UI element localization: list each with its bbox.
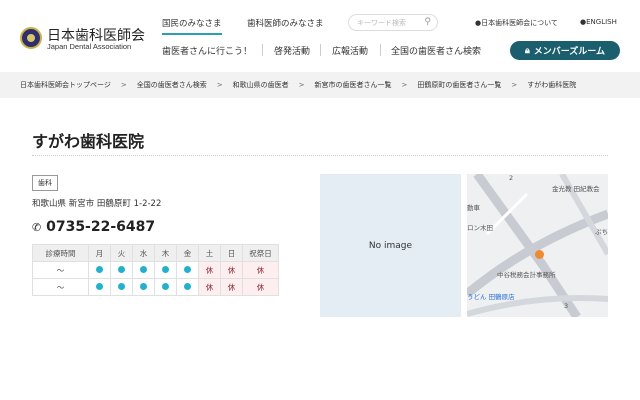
phone-icon: ✆ — [32, 221, 42, 234]
lock-icon: 🔒︎ — [524, 45, 530, 56]
header-day: 土 — [198, 244, 221, 262]
hours-table: 診療時間 月 火 水 木 金 土 日 祝祭日 〜 休 休 休 〜 休 休 休 — [32, 244, 279, 296]
map-label[interactable]: うどん 田鶴原店 — [467, 291, 515, 301]
open-dot-icon — [184, 265, 191, 273]
english-label: ENGLISH — [586, 18, 617, 26]
about-link[interactable]: ●日本歯科医師会について — [475, 18, 558, 28]
header-day: 水 — [132, 244, 155, 262]
breadcrumb-item[interactable]: 日本歯科医師会トップページ — [20, 80, 111, 90]
clinic-image-placeholder: No image — [320, 174, 461, 317]
nav-awareness[interactable]: 啓発活動 — [274, 44, 310, 57]
map-label[interactable]: ぷち — [595, 226, 608, 236]
map-label: 2 — [509, 174, 514, 182]
header-day: 木 — [154, 244, 177, 262]
header-day: 月 — [88, 244, 111, 262]
breadcrumb-item[interactable]: 全国の歯医者さん検索 — [137, 80, 207, 90]
hours-row: 〜 休 休 休 — [32, 261, 279, 279]
about-label: 日本歯科医師会について — [481, 19, 558, 27]
header-day: 金 — [176, 244, 199, 262]
closed-cell: 休 — [242, 261, 279, 279]
header-day: 日 — [220, 244, 243, 262]
breadcrumb-item[interactable]: 和歌山県の歯医者 — [233, 80, 289, 90]
search-icon[interactable]: ⚲ — [424, 17, 431, 27]
open-cell — [88, 261, 111, 279]
time-cell: 〜 — [32, 278, 89, 296]
open-cell — [110, 278, 133, 296]
closed-cell: 休 — [242, 278, 279, 296]
breadcrumb-current: すがわ歯科医院 — [527, 81, 577, 89]
chevron-right-icon: > — [120, 81, 127, 89]
map-label[interactable]: ロン木田 — [467, 222, 493, 232]
closed-cell: 休 — [198, 261, 221, 279]
nav-dentist-search[interactable]: 全国の歯医者さん検索 — [391, 44, 481, 57]
logo-subtext: Japan Dental Association — [47, 42, 132, 51]
chevron-right-icon: > — [298, 81, 305, 89]
open-dot-icon — [140, 282, 147, 290]
open-dot-icon — [184, 282, 191, 290]
breadcrumb-item[interactable]: 新宮市の歯医者さん一覧 — [315, 80, 392, 90]
open-cell — [132, 261, 155, 279]
open-cell — [176, 278, 199, 296]
members-room-button[interactable]: 🔒︎ メンバーズルーム — [510, 41, 620, 60]
search-input[interactable]: キーワード検索 ⚲ — [348, 14, 438, 31]
open-cell — [154, 261, 177, 279]
nav-visit-dentist[interactable]: 歯医者さんに行こう！ — [162, 44, 252, 57]
chevron-right-icon: > — [401, 81, 408, 89]
hours-header-row: 診療時間 月 火 水 木 金 土 日 祝祭日 — [32, 244, 279, 262]
open-dot-icon — [140, 265, 147, 273]
open-dot-icon — [118, 265, 125, 273]
map-label[interactable]: 動車 — [467, 202, 480, 212]
header-day: 火 — [110, 244, 133, 262]
closed-cell: 休 — [198, 278, 221, 296]
chevron-right-icon: > — [216, 81, 223, 89]
closed-cell: 休 — [220, 278, 243, 296]
tab-citizens[interactable]: 国民のみなさま — [162, 17, 222, 35]
hours-row: 〜 休 休 休 — [32, 278, 279, 296]
clinic-phone[interactable]: ✆ 0735-22-6487 — [32, 219, 155, 235]
open-dot-icon — [96, 282, 103, 290]
open-cell — [176, 261, 199, 279]
map[interactable]: 2 金光教 田紀教会 動車 ロン木田 ぷち 中谷税務会計事務所 うどん 田鶴原店… — [467, 174, 608, 317]
header-holiday: 祝祭日 — [242, 244, 279, 262]
nav-pr[interactable]: 広報活動 — [332, 44, 368, 57]
map-label: 3 — [564, 302, 569, 310]
open-dot-icon — [162, 282, 169, 290]
nav-divider — [320, 44, 321, 56]
breadcrumb: 日本歯科医師会トップページ > 全国の歯医者さん検索 > 和歌山県の歯医者 > 新宮市… — [0, 72, 640, 98]
open-cell — [88, 278, 111, 296]
members-room-label: メンバーズルーム — [533, 47, 606, 57]
open-dot-icon — [118, 282, 125, 290]
page-title: すがわ歯科医院 — [32, 132, 145, 151]
header-time: 診療時間 — [32, 244, 89, 262]
open-dot-icon — [96, 265, 103, 273]
open-cell — [154, 278, 177, 296]
phone-number: 0735-22-6487 — [46, 219, 156, 235]
nav-divider — [262, 44, 263, 56]
nav-divider — [380, 44, 381, 56]
category-badge: 歯科 — [32, 175, 58, 191]
chevron-right-icon: > — [511, 81, 518, 89]
clinic-address: 和歌山県 新宮市 田鶴原町 1-2-22 — [32, 199, 162, 209]
open-cell — [132, 278, 155, 296]
map-label[interactable]: 金光教 田紀教会 — [552, 183, 600, 193]
time-cell: 〜 — [32, 261, 89, 279]
logo-emblem[interactable] — [20, 27, 42, 49]
divider — [32, 155, 608, 156]
search-placeholder: キーワード検索 — [357, 19, 406, 27]
breadcrumb-item[interactable]: 田鶴原町の歯医者さん一覧 — [417, 80, 501, 90]
map-label[interactable]: 中谷税務会計事務所 — [497, 269, 556, 279]
tab-dentists[interactable]: 歯科医師のみなさま — [247, 17, 324, 29]
open-cell — [110, 261, 133, 279]
open-dot-icon — [162, 265, 169, 273]
closed-cell: 休 — [220, 261, 243, 279]
english-link[interactable]: ●ENGLISH — [580, 18, 617, 26]
restaurant-pin-icon[interactable] — [535, 250, 544, 259]
